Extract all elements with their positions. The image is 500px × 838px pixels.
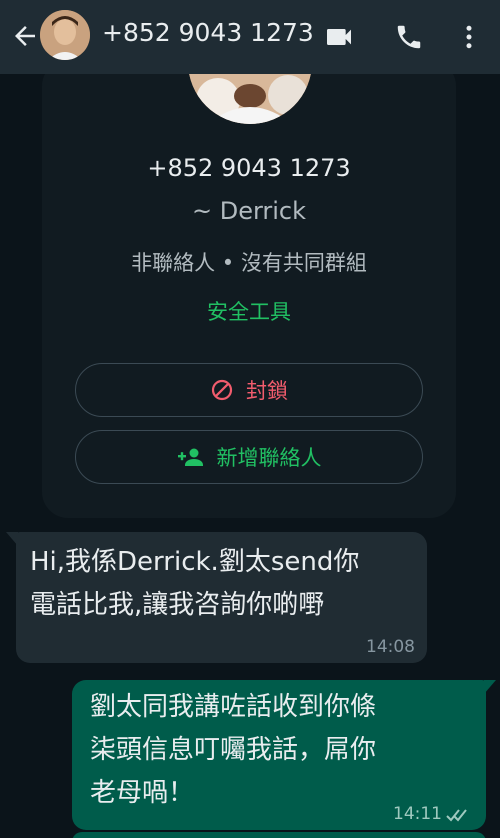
outgoing-message[interactable]: 劉太同我講咗話收到你條 柒頭信息叮囑我話，屌你 老母喎！ 14:11 bbox=[72, 680, 496, 830]
message-line: 劉太同我講咗話收到你條 bbox=[90, 692, 377, 722]
more-options-button[interactable] bbox=[452, 20, 486, 54]
safety-tools-link[interactable]: 安全工具 bbox=[42, 296, 456, 326]
message-line: 柒頭信息叮囑我話，屌你 bbox=[90, 735, 377, 765]
chat-header: +852 9043 1273 bbox=[0, 0, 500, 74]
message-line: 電話比我,讓我咨詢你啲嘢 bbox=[30, 590, 325, 620]
chat-title[interactable]: +852 9043 1273 bbox=[102, 18, 314, 47]
block-button-label: 封鎖 bbox=[246, 379, 288, 403]
add-person-icon bbox=[177, 448, 203, 466]
message-timestamp: 14:08 bbox=[366, 637, 415, 657]
video-call-button[interactable] bbox=[322, 20, 356, 54]
message-timestamp: 14:11 bbox=[393, 804, 442, 824]
message-text: Hi,我係Derrick.劉太send你 電話比我,讓我咨詢你啲嘢 bbox=[30, 541, 413, 627]
contact-info-card: +852 9043 1273 ~ Derrick 非聯絡人 • 沒有共同群組 安… bbox=[42, 60, 456, 518]
add-contact-button[interactable]: 新增聯絡人 bbox=[75, 430, 423, 484]
block-button[interactable]: 封鎖 bbox=[75, 363, 423, 417]
more-vertical-icon bbox=[466, 25, 472, 49]
message-text: 劉太同我講咗話收到你條 柒頭信息叮囑我話，屌你 老母喎！ bbox=[90, 686, 468, 815]
phone-icon bbox=[397, 25, 421, 49]
contact-phone-number: +852 9043 1273 bbox=[147, 154, 351, 182]
avatar-photo bbox=[40, 10, 90, 60]
video-call-icon bbox=[327, 29, 351, 45]
avatar[interactable] bbox=[40, 10, 90, 60]
read-receipt-icon bbox=[446, 809, 467, 822]
incoming-message[interactable]: Hi,我係Derrick.劉太send你 電話比我,讓我咨詢你啲嘢 14:08 bbox=[6, 532, 427, 663]
contact-display-name: ~ Derrick bbox=[191, 197, 307, 225]
contact-status-info: 非聯絡人 • 沒有共同群組 bbox=[131, 251, 367, 275]
block-icon bbox=[211, 379, 233, 401]
message-line: Hi,我係Derrick.劉太send你 bbox=[30, 547, 360, 577]
arrow-left-icon bbox=[15, 26, 35, 46]
next-message-edge bbox=[72, 832, 486, 838]
add-contact-label: 新增聯絡人 bbox=[216, 446, 322, 470]
voice-call-button[interactable] bbox=[392, 20, 426, 54]
back-button[interactable] bbox=[8, 19, 42, 53]
chat-screen: +852 9043 1273 +852 9043 1273 ~ Derrick … bbox=[0, 0, 500, 838]
